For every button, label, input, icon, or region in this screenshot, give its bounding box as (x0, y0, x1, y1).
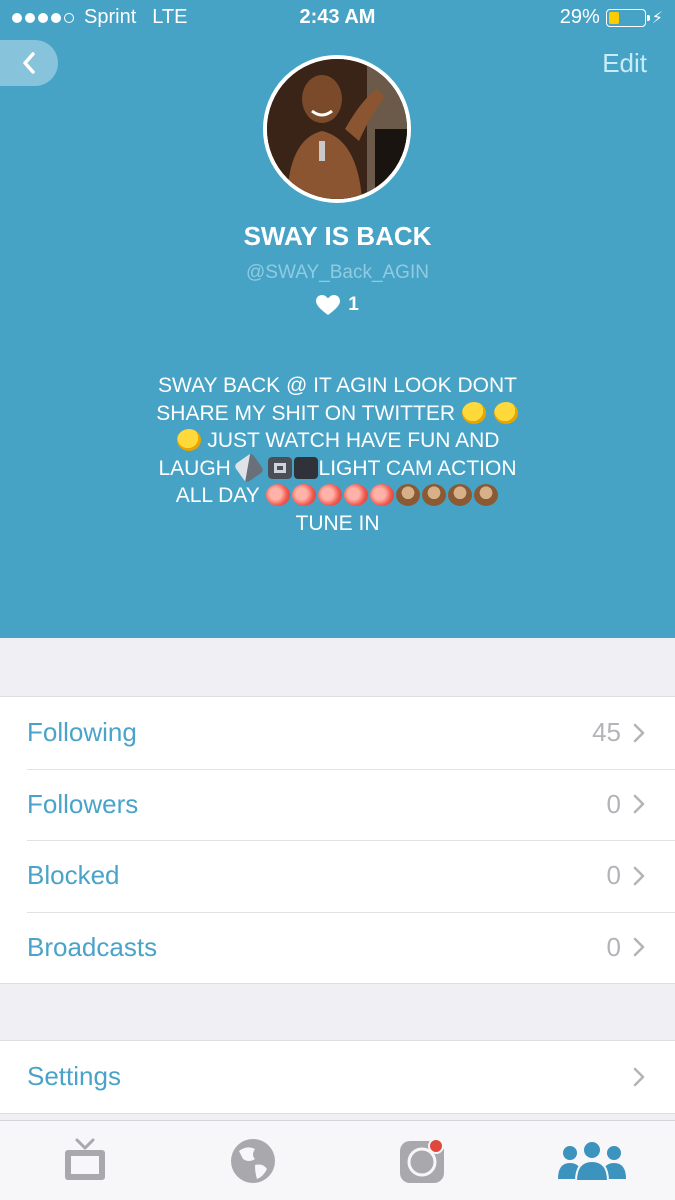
camera-icon (400, 1138, 444, 1183)
flashlight-emoji-icon (233, 452, 265, 483)
blocked-count: 0 (606, 860, 621, 891)
bio-line: SHARE MY SHIT ON TWITTER (156, 401, 455, 425)
avatar-photo (267, 59, 407, 199)
chevron-right-icon (633, 795, 645, 814)
bio-line: JUST WATCH HAVE FUN AND (207, 429, 500, 452)
chevron-right-icon (633, 1067, 645, 1086)
peach-emoji-icon (318, 484, 343, 506)
chevron-left-icon (23, 52, 35, 74)
peach-emoji-icon (266, 484, 291, 506)
chevron-right-icon (633, 938, 645, 957)
tv-icon (65, 1138, 105, 1180)
tab-bar (0, 1120, 675, 1200)
bio-line: LIGHT CAM ACTION (318, 456, 517, 480)
peach-emoji-icon (344, 484, 369, 506)
stats-list: Following 45 Followers 0 Blocked 0 Broad… (0, 696, 675, 984)
avatar[interactable] (263, 55, 411, 203)
bio-line: ALL DAY (175, 484, 260, 507)
chick-emoji-icon (176, 429, 201, 451)
charging-icon: ⚡ (651, 9, 663, 27)
camera-emoji-icon (267, 456, 292, 479)
tab-people[interactable] (555, 1133, 629, 1189)
followers-count: 0 (606, 788, 621, 819)
broadcasts-row[interactable]: Broadcasts 0 (0, 911, 675, 984)
globe-icon (231, 1139, 275, 1183)
row-label: Followers (27, 788, 139, 819)
settings-row[interactable]: Settings (0, 1041, 675, 1113)
peach-emoji-icon (292, 484, 317, 506)
profile-name: SWAY IS BACK (243, 221, 432, 251)
video-camera-emoji-icon (293, 456, 318, 479)
see-no-evil-monkey-emoji-icon (448, 484, 473, 506)
likes-value: 1 (348, 294, 359, 315)
profile-header: Sprint LTE 2:43 AM 29% ⚡ Edit SWAY IS BA… (0, 0, 675, 638)
back-button[interactable] (0, 40, 58, 86)
bio-line: SWAY BACK @ IT AGIN LOOK DONT (158, 374, 517, 397)
followers-row[interactable]: Followers 0 (0, 768, 675, 841)
chick-emoji-icon (461, 401, 486, 424)
profile-bio: SWAY BACK @ IT AGIN LOOK DONT SHARE MY S… (130, 372, 545, 537)
bio-line: TUNE IN (295, 511, 380, 535)
see-no-evil-monkey-emoji-icon (422, 484, 447, 506)
see-no-evil-monkey-emoji-icon (396, 484, 421, 506)
chevron-right-icon (633, 866, 645, 885)
tab-broadcast[interactable] (392, 1133, 452, 1189)
peach-emoji-icon (370, 484, 395, 506)
status-bar: Sprint LTE 2:43 AM 29% ⚡ (0, 0, 675, 36)
edit-button[interactable]: Edit (602, 48, 647, 79)
heart-icon (316, 294, 341, 315)
row-label: Following (27, 717, 137, 748)
broadcasts-count: 0 (606, 931, 621, 962)
row-label: Blocked (27, 860, 120, 891)
chevron-right-icon (633, 723, 645, 742)
settings-list: Settings (0, 1040, 675, 1114)
profile-handle: @SWAY_Back_AGIN (246, 262, 429, 283)
see-no-evil-monkey-emoji-icon (474, 484, 499, 506)
tab-global[interactable] (223, 1133, 283, 1189)
chick-emoji-icon (493, 401, 518, 424)
row-label: Settings (27, 1061, 121, 1092)
battery-percent: 29% (559, 6, 600, 28)
tab-tv[interactable] (55, 1133, 115, 1189)
following-row[interactable]: Following 45 (0, 697, 675, 769)
blocked-row[interactable]: Blocked 0 (0, 840, 675, 912)
row-label: Broadcasts (27, 931, 158, 962)
following-count: 45 (592, 717, 621, 748)
people-icon (558, 1140, 626, 1182)
battery-icon (605, 8, 650, 27)
likes-count: 1 (0, 294, 675, 316)
bio-line: LAUGH (158, 456, 231, 480)
